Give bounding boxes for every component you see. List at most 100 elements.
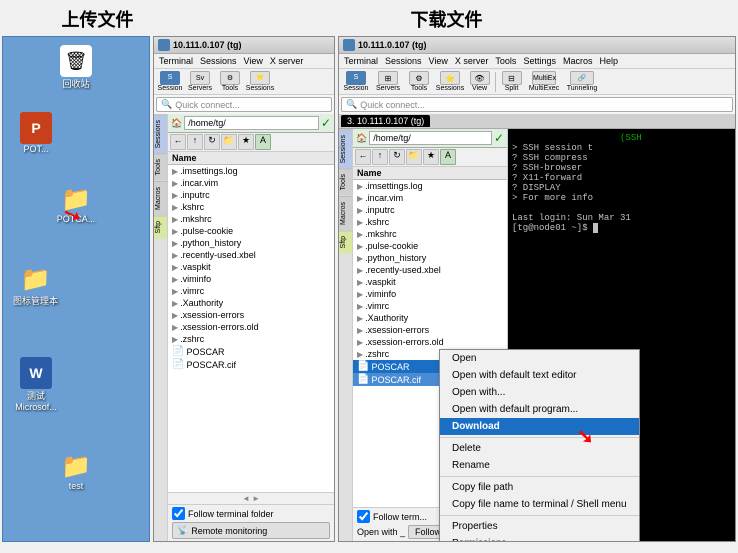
r-btn-view[interactable]: 👁 View — [467, 71, 492, 92]
follow-terminal-label[interactable]: Follow terminal folder — [172, 507, 330, 520]
list-item-poscar-cif[interactable]: 📄POSCAR.cif — [168, 358, 334, 371]
ft-btn2[interactable]: ↑ — [187, 134, 203, 150]
list-item[interactable]: ▶.pulse-cookie — [168, 225, 334, 237]
r-list-item[interactable]: ▶.pulse-cookie — [353, 240, 507, 252]
list-item[interactable]: ▶.xsession-errors.old — [168, 321, 334, 333]
r-btn-tunneling[interactable]: 🔗 Tunneling — [564, 71, 600, 92]
ctx-open-default-prog[interactable]: Open with default program... — [440, 401, 639, 418]
tab-tools[interactable]: Tools — [154, 153, 167, 180]
tab-sftp[interactable]: Sftp — [154, 215, 167, 238]
rft-btn6[interactable]: A — [440, 149, 456, 165]
r-tab-tools[interactable]: Tools — [339, 168, 352, 195]
rft-btn3[interactable]: ↻ — [389, 149, 405, 165]
rft-btn5[interactable]: ★ — [423, 149, 439, 165]
ctx-open-with[interactable]: Open with... — [440, 384, 639, 401]
list-item[interactable]: ▶.incar.vim — [168, 177, 334, 189]
list-item[interactable]: ▶.Xauthority — [168, 297, 334, 309]
r-list-item[interactable]: ▶.inputrc — [353, 204, 507, 216]
list-item[interactable]: ▶.vimrc — [168, 285, 334, 297]
context-menu[interactable]: Open Open with default text editor Open … — [439, 349, 640, 541]
r-list-item[interactable]: ▶.Xauthority — [353, 312, 507, 324]
follow-terminal-checkbox[interactable] — [172, 507, 185, 520]
r-tab-macros[interactable]: Macros — [339, 196, 352, 230]
ppt-icon[interactable]: P POT... — [11, 112, 61, 154]
session-tab[interactable]: 3. 10.111.0.107 (tg) — [341, 115, 430, 127]
folder2-icon[interactable]: 📁 图标管理本 — [8, 265, 63, 307]
ctx-delete[interactable]: Delete — [440, 440, 639, 457]
r-list-item[interactable]: ▶.imsettings.log — [353, 180, 507, 192]
tab-sessions[interactable]: Sessions — [154, 114, 167, 153]
btn-servers[interactable]: Sv Servers — [186, 71, 214, 92]
ft-btn3[interactable]: ↻ — [204, 134, 220, 150]
tab-macros[interactable]: Macros — [154, 181, 167, 215]
r-list-item[interactable]: ▶.vimrc — [353, 300, 507, 312]
list-item[interactable]: ▶.imsettings.log — [168, 165, 334, 177]
right-quick-connect[interactable]: 🔍 Quick connect... — [341, 97, 733, 112]
left-path-input[interactable] — [184, 116, 319, 130]
rft-btn4[interactable]: 📁 — [406, 149, 422, 165]
recycle-bin-icon[interactable]: 🗑 回收站 — [51, 45, 101, 90]
list-item-poscar[interactable]: 📄POSCAR — [168, 345, 334, 358]
r-menu-terminal[interactable]: Terminal — [341, 55, 381, 67]
menu-xserver[interactable]: X server — [267, 55, 307, 67]
r-menu-xserver[interactable]: X server — [452, 55, 492, 67]
r-btn-sessions2[interactable]: ⭐ Sessions — [435, 71, 465, 92]
list-item[interactable]: ▶.mkshrc — [168, 213, 334, 225]
remote-monitoring-btn[interactable]: 📡 Remote monitoring — [172, 522, 330, 539]
rft-btn2[interactable]: ↑ — [372, 149, 388, 165]
ft-btn4[interactable]: 📁 — [221, 134, 237, 150]
btn-sessions2[interactable]: ⭐ Sessions — [246, 71, 274, 92]
r-btn-multiexec[interactable]: MultiEx MultiExec — [526, 71, 562, 92]
r-menu-settings[interactable]: Settings — [520, 55, 559, 67]
r-list-item[interactable]: ▶.kshrc — [353, 216, 507, 228]
r-btn-session[interactable]: S Session — [341, 71, 371, 92]
btn-session[interactable]: S Session — [156, 71, 184, 92]
list-item[interactable]: ▶.recently-used.xbel — [168, 249, 334, 261]
r-list-item[interactable]: ▶.recently-used.xbel — [353, 264, 507, 276]
menu-view[interactable]: View — [241, 55, 266, 67]
list-item[interactable]: ▶.kshrc — [168, 201, 334, 213]
ctx-rename[interactable]: Rename — [440, 457, 639, 474]
ft-btn5[interactable]: ★ — [238, 134, 254, 150]
ctx-properties[interactable]: Properties — [440, 518, 639, 535]
ctx-download[interactable]: Download — [440, 418, 639, 435]
ctx-open-default-text[interactable]: Open with default text editor — [440, 367, 639, 384]
r-btn-servers[interactable]: ⊞ Servers — [373, 71, 403, 92]
list-item[interactable]: ▶.inputrc — [168, 189, 334, 201]
r-menu-macros[interactable]: Macros — [560, 55, 596, 67]
r-list-item[interactable]: ▶.viminfo — [353, 288, 507, 300]
ctx-copy-path[interactable]: Copy file path — [440, 479, 639, 496]
menu-terminal[interactable]: Terminal — [156, 55, 196, 67]
r-menu-help[interactable]: Help — [596, 55, 621, 67]
left-quick-connect[interactable]: 🔍 Quick connect... — [156, 97, 332, 112]
list-item[interactable]: ▶.zshrc — [168, 333, 334, 345]
r-menu-sessions[interactable]: Sessions — [382, 55, 425, 67]
r-list-item[interactable]: ▶.xsession-errors.old — [353, 336, 507, 348]
list-item[interactable]: ▶.viminfo — [168, 273, 334, 285]
r-list-item[interactable]: ▶.mkshrc — [353, 228, 507, 240]
list-item[interactable]: ▶.vaspkit — [168, 261, 334, 273]
ft-btn1[interactable]: ← — [170, 134, 186, 150]
list-item[interactable]: ▶.xsession-errors — [168, 309, 334, 321]
r-btn-tools[interactable]: ⚙ Tools — [405, 71, 433, 92]
ctx-permissions[interactable]: Permissions — [440, 535, 639, 541]
ctx-open[interactable]: Open — [440, 350, 639, 367]
r-list-item[interactable]: ▶.xsession-errors — [353, 324, 507, 336]
ctx-copy-name[interactable]: Copy file name to terminal / Shell menu — [440, 496, 639, 513]
left-file-list[interactable]: ▶.imsettings.log ▶.incar.vim ▶.inputrc ▶… — [168, 165, 334, 492]
r-list-item[interactable]: ▶.vaspkit — [353, 276, 507, 288]
test-folder-icon[interactable]: 📁 test — [51, 452, 101, 491]
word-icon[interactable]: W 测试Microsof... — [11, 357, 61, 412]
btn-tools[interactable]: ⚙ Tools — [216, 71, 244, 92]
right-path-input[interactable] — [369, 131, 492, 145]
r-follow-terminal-checkbox[interactable] — [357, 510, 370, 523]
r-tab-sessions[interactable]: Sessions — [339, 129, 352, 168]
r-list-item[interactable]: ▶.python_history — [353, 252, 507, 264]
r-menu-tools[interactable]: Tools — [492, 55, 519, 67]
list-item[interactable]: ▶.python_history — [168, 237, 334, 249]
r-menu-view[interactable]: View — [426, 55, 451, 67]
rft-btn1[interactable]: ← — [355, 149, 371, 165]
ft-btn6[interactable]: A — [255, 134, 271, 150]
r-btn-split[interactable]: ⊟ Split — [499, 71, 524, 92]
r-tab-sftp[interactable]: Sftp — [339, 230, 352, 253]
